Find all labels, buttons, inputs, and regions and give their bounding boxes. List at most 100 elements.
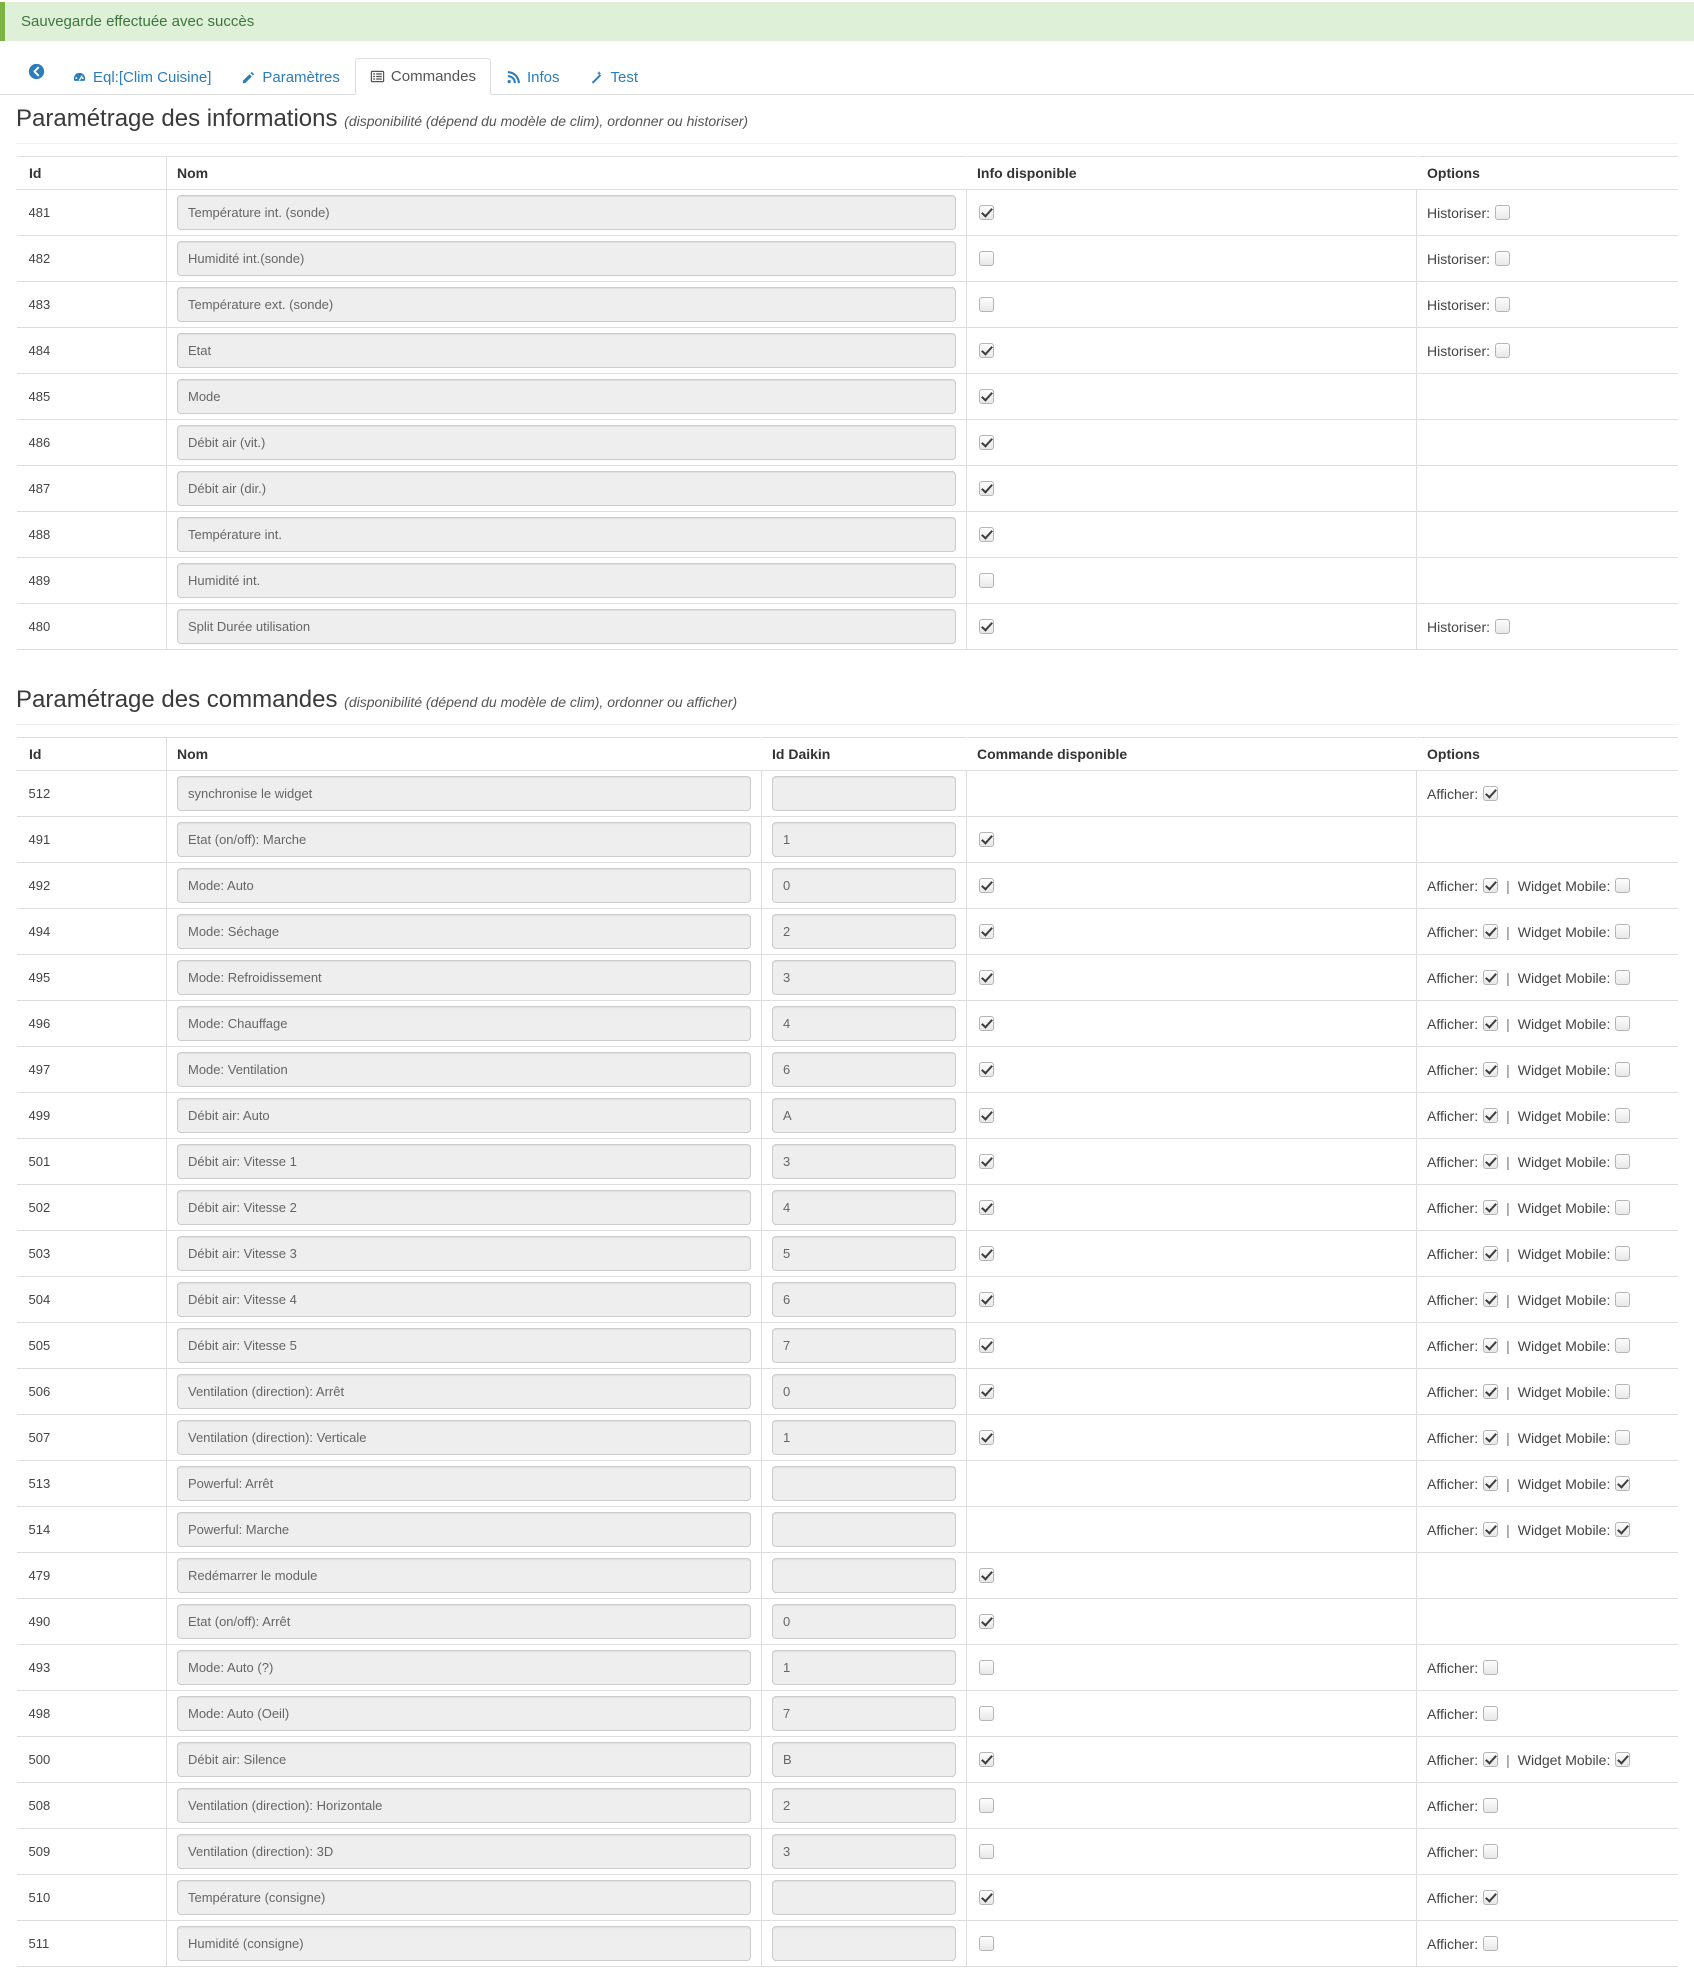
command-name-input[interactable]: Débit air: Vitesse 2 bbox=[177, 1190, 751, 1225]
afficher-checkbox[interactable] bbox=[1483, 1153, 1499, 1169]
info-available-checkbox[interactable] bbox=[979, 572, 994, 588]
command-available-checkbox[interactable] bbox=[979, 1291, 994, 1307]
command-daikin-input[interactable]: 1 bbox=[772, 1420, 956, 1455]
command-daikin-input[interactable] bbox=[772, 1512, 956, 1547]
command-name-input[interactable]: Mode: Auto (?) bbox=[177, 1650, 751, 1685]
historiser-checkbox[interactable] bbox=[1495, 204, 1511, 220]
command-available-checkbox[interactable] bbox=[979, 877, 994, 893]
command-name-input[interactable]: synchronise le widget bbox=[177, 776, 751, 811]
command-name-input[interactable]: Ventilation (direction): Verticale bbox=[177, 1420, 751, 1455]
command-daikin-input[interactable]: 7 bbox=[772, 1696, 956, 1731]
command-name-input[interactable]: Température (consigne) bbox=[177, 1880, 751, 1915]
command-available-checkbox[interactable] bbox=[979, 923, 994, 939]
command-available-checkbox[interactable] bbox=[979, 1751, 994, 1767]
command-daikin-input[interactable]: 6 bbox=[772, 1282, 956, 1317]
afficher-checkbox[interactable] bbox=[1483, 1015, 1499, 1031]
command-name-input[interactable]: Mode: Ventilation bbox=[177, 1052, 751, 1087]
command-available-checkbox[interactable] bbox=[979, 1107, 994, 1123]
widget-mobile-checkbox[interactable] bbox=[1615, 923, 1631, 939]
command-daikin-input[interactable] bbox=[772, 1926, 956, 1961]
info-available-checkbox[interactable] bbox=[979, 434, 994, 450]
widget-mobile-checkbox[interactable] bbox=[1615, 1337, 1631, 1353]
afficher-checkbox[interactable] bbox=[1483, 1429, 1499, 1445]
info-name-input[interactable]: Split Durée utilisation bbox=[177, 609, 956, 644]
command-daikin-input[interactable] bbox=[772, 1880, 956, 1915]
command-daikin-input[interactable]: 0 bbox=[772, 1374, 956, 1409]
widget-mobile-checkbox[interactable] bbox=[1615, 877, 1631, 893]
widget-mobile-checkbox[interactable] bbox=[1615, 1429, 1631, 1445]
command-name-input[interactable]: Débit air: Vitesse 3 bbox=[177, 1236, 751, 1271]
info-available-checkbox[interactable] bbox=[979, 342, 994, 358]
command-name-input[interactable]: Débit air: Vitesse 1 bbox=[177, 1144, 751, 1179]
command-daikin-input[interactable]: A bbox=[772, 1098, 956, 1133]
command-name-input[interactable]: Débit air: Auto bbox=[177, 1098, 751, 1133]
info-available-checkbox[interactable] bbox=[979, 250, 994, 266]
command-daikin-input[interactable]: 2 bbox=[772, 914, 956, 949]
tab-commandes[interactable]: Commandes bbox=[354, 58, 491, 95]
afficher-checkbox[interactable] bbox=[1483, 1337, 1499, 1353]
historiser-checkbox[interactable] bbox=[1495, 250, 1511, 266]
command-name-input[interactable]: Ventilation (direction): 3D bbox=[177, 1834, 751, 1869]
widget-mobile-checkbox[interactable] bbox=[1615, 1521, 1631, 1537]
command-daikin-input[interactable]: 6 bbox=[772, 1052, 956, 1087]
afficher-checkbox[interactable] bbox=[1483, 1889, 1499, 1905]
historiser-checkbox[interactable] bbox=[1495, 342, 1511, 358]
command-daikin-input[interactable]: 4 bbox=[772, 1006, 956, 1041]
afficher-checkbox[interactable] bbox=[1483, 1245, 1499, 1261]
command-available-checkbox[interactable] bbox=[979, 1153, 994, 1169]
command-name-input[interactable]: Débit air: Vitesse 4 bbox=[177, 1282, 751, 1317]
widget-mobile-checkbox[interactable] bbox=[1615, 1751, 1631, 1767]
command-daikin-input[interactable]: 0 bbox=[772, 1604, 956, 1639]
command-available-checkbox[interactable] bbox=[979, 1797, 994, 1813]
tab-test[interactable]: Test bbox=[574, 59, 653, 95]
command-daikin-input[interactable] bbox=[772, 1466, 956, 1501]
afficher-checkbox[interactable] bbox=[1483, 923, 1499, 939]
command-available-checkbox[interactable] bbox=[979, 1613, 994, 1629]
command-daikin-input[interactable]: 1 bbox=[772, 822, 956, 857]
afficher-checkbox[interactable] bbox=[1483, 1291, 1499, 1307]
info-name-input[interactable]: Humidité int.(sonde) bbox=[177, 241, 956, 276]
info-available-checkbox[interactable] bbox=[979, 388, 994, 404]
info-available-checkbox[interactable] bbox=[979, 618, 994, 634]
command-name-input[interactable]: Etat (on/off): Marche bbox=[177, 822, 751, 857]
info-name-input[interactable]: Mode bbox=[177, 379, 956, 414]
command-available-checkbox[interactable] bbox=[979, 1061, 994, 1077]
widget-mobile-checkbox[interactable] bbox=[1615, 1291, 1631, 1307]
command-available-checkbox[interactable] bbox=[979, 1843, 994, 1859]
command-available-checkbox[interactable] bbox=[979, 1429, 994, 1445]
command-daikin-input[interactable]: 2 bbox=[772, 1788, 956, 1823]
command-name-input[interactable]: Ventilation (direction): Horizontale bbox=[177, 1788, 751, 1823]
command-available-checkbox[interactable] bbox=[979, 1705, 994, 1721]
info-name-input[interactable]: Température int. (sonde) bbox=[177, 195, 956, 230]
info-name-input[interactable]: Etat bbox=[177, 333, 956, 368]
command-name-input[interactable]: Mode: Refroidissement bbox=[177, 960, 751, 995]
command-available-checkbox[interactable] bbox=[979, 1935, 994, 1951]
command-available-checkbox[interactable] bbox=[979, 1889, 994, 1905]
command-name-input[interactable]: Débit air: Vitesse 5 bbox=[177, 1328, 751, 1363]
info-available-checkbox[interactable] bbox=[979, 296, 994, 312]
info-name-input[interactable]: Humidité int. bbox=[177, 563, 956, 598]
info-available-checkbox[interactable] bbox=[979, 204, 994, 220]
command-available-checkbox[interactable] bbox=[979, 1337, 994, 1353]
widget-mobile-checkbox[interactable] bbox=[1615, 1015, 1631, 1031]
tab-eql[interactable]: Eql:[Clim Cuisine] bbox=[57, 59, 226, 95]
widget-mobile-checkbox[interactable] bbox=[1615, 1383, 1631, 1399]
command-available-checkbox[interactable] bbox=[979, 1659, 994, 1675]
command-available-checkbox[interactable] bbox=[979, 1199, 994, 1215]
command-daikin-input[interactable] bbox=[772, 1558, 956, 1593]
info-name-input[interactable]: Température int. bbox=[177, 517, 956, 552]
info-name-input[interactable]: Débit air (dir.) bbox=[177, 471, 956, 506]
command-name-input[interactable]: Ventilation (direction): Arrêt bbox=[177, 1374, 751, 1409]
afficher-checkbox[interactable] bbox=[1483, 969, 1499, 985]
back-arrow-icon[interactable] bbox=[16, 54, 57, 94]
widget-mobile-checkbox[interactable] bbox=[1615, 1107, 1631, 1123]
info-available-checkbox[interactable] bbox=[979, 480, 994, 496]
command-available-checkbox[interactable] bbox=[979, 1015, 994, 1031]
command-daikin-input[interactable]: 5 bbox=[772, 1236, 956, 1271]
command-available-checkbox[interactable] bbox=[979, 969, 994, 985]
widget-mobile-checkbox[interactable] bbox=[1615, 1199, 1631, 1215]
command-daikin-input[interactable]: 3 bbox=[772, 1834, 956, 1869]
command-daikin-input[interactable]: 3 bbox=[772, 960, 956, 995]
command-daikin-input[interactable]: 0 bbox=[772, 868, 956, 903]
command-name-input[interactable]: Powerful: Arrêt bbox=[177, 1466, 751, 1501]
